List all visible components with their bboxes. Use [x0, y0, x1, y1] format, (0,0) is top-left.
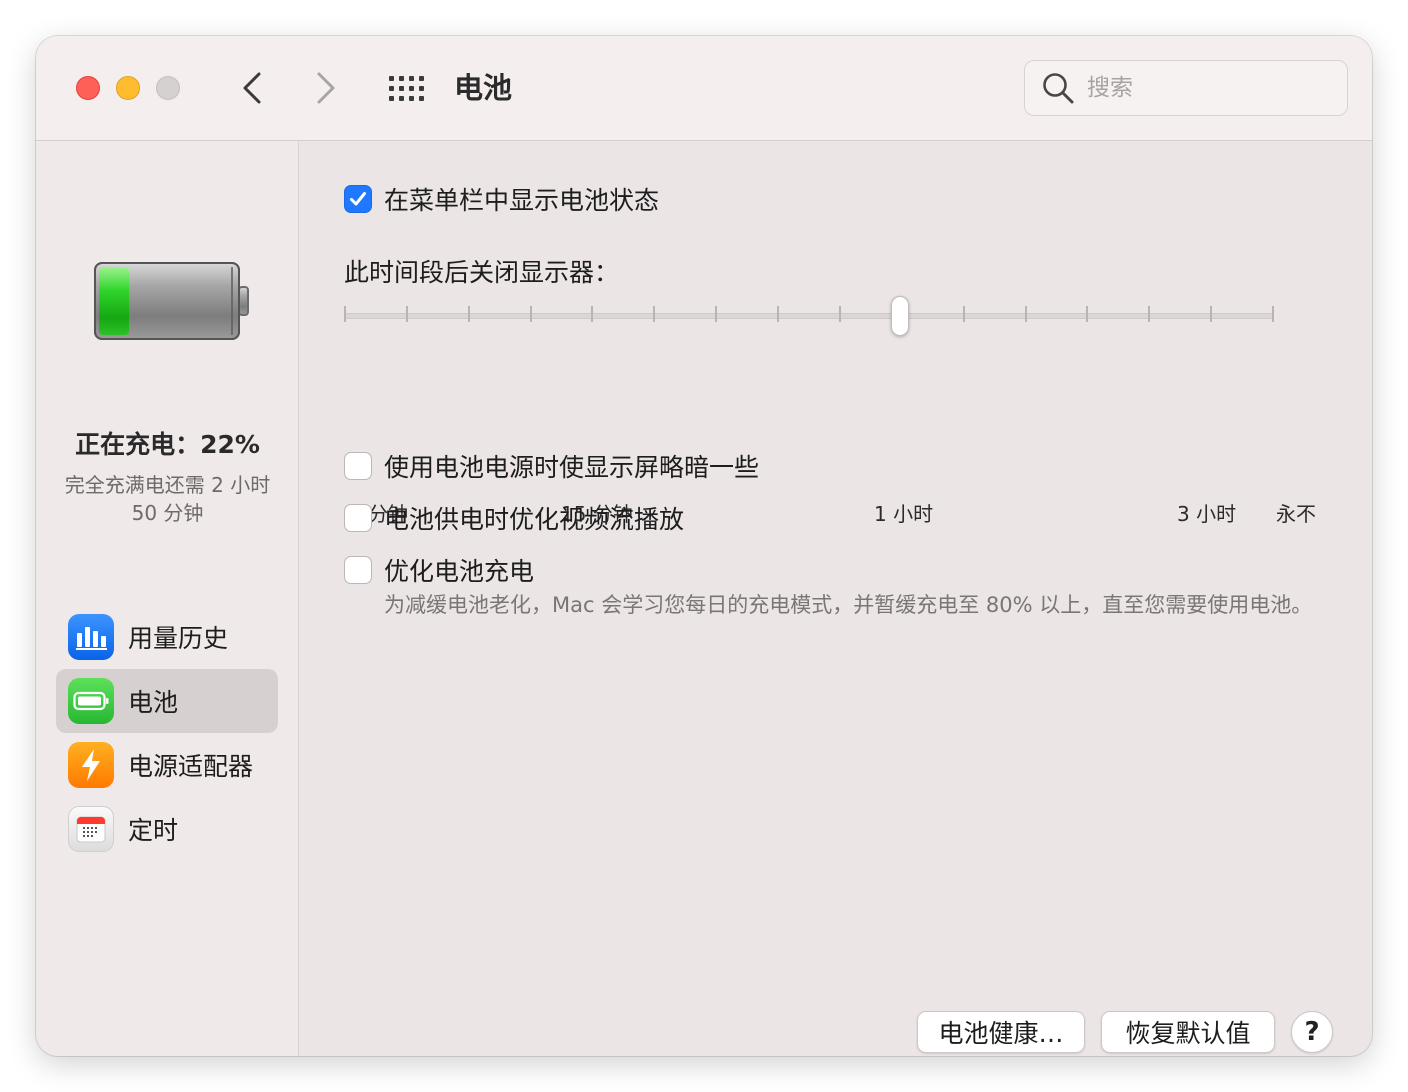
slider-tick [653, 306, 656, 322]
slider-tick [1210, 306, 1213, 322]
sidebar-item-schedule[interactable]: 定时 [56, 797, 278, 861]
optimize-charging-checkbox[interactable] [344, 556, 372, 584]
slider-tick [467, 306, 470, 322]
slider-tick [405, 306, 408, 322]
sidebar-item-label: 定时 [128, 816, 179, 845]
chevron-left-icon [243, 72, 261, 104]
slider-thumb[interactable] [891, 296, 909, 336]
display-off-title: 此时间段后关闭显示器： [344, 258, 620, 287]
checkmark-icon [350, 192, 366, 206]
optimize-charging-description: 为减缓电池老化，Mac 会学习您每日的充电模式，并暂缓充电至 80% 以上，直至… [384, 593, 1313, 617]
preferences-window: 电池 搜索 正在充电：22% 完全充满电还需 2 小时 50 分钟 用量历史 电… [36, 36, 1372, 1056]
zoom-window-button[interactable] [156, 76, 180, 100]
charge-time-remaining: 完全充满电还需 2 小时 50 分钟 [64, 473, 271, 525]
restore-defaults-button[interactable]: 恢复默认值 [1101, 1011, 1275, 1053]
battery-icon [68, 678, 114, 724]
display-off-slider[interactable]: 1 分钟 15 分钟 1 小时 3 小时 永不 [344, 293, 1316, 526]
slider-tick [1086, 306, 1089, 322]
sidebar-item-power-adapter[interactable]: 电源适配器 [56, 733, 278, 797]
slider-tick [962, 306, 965, 322]
dim-display-label: 使用电池电源时使显示屏略暗一些 [384, 453, 760, 482]
close-window-button[interactable] [76, 76, 100, 100]
search-icon [1043, 73, 1074, 104]
optimize-charging-label: 优化电池充电 [384, 557, 535, 586]
slider-tick [344, 306, 346, 322]
sidebar: 正在充电：22% 完全充满电还需 2 小时 50 分钟 用量历史 电池 电源适配… [36, 141, 299, 1056]
forward-button[interactable] [306, 68, 346, 108]
dim-display-option[interactable]: 使用电池电源时使显示屏略暗一些 [344, 448, 759, 484]
optimize-video-option[interactable]: 电池供电时优化视频流播放 [344, 500, 684, 536]
title-bar: 电池 [36, 36, 1372, 141]
search-input[interactable] [1085, 74, 1325, 102]
optimize-charging-option[interactable]: 优化电池充电 [344, 552, 534, 588]
slider-tick [1272, 306, 1274, 322]
slider-tick [777, 306, 780, 322]
show-battery-status-checkbox[interactable] [344, 185, 372, 213]
show-battery-status-option[interactable]: 在菜单栏中显示电池状态 [344, 181, 659, 217]
sidebar-item-label: 用量历史 [128, 624, 229, 653]
window-title: 电池 [454, 71, 513, 105]
optimize-video-checkbox[interactable] [344, 504, 372, 532]
sidebar-item-battery[interactable]: 电池 [56, 669, 278, 733]
sidebar-item-label: 电池 [128, 688, 179, 717]
optimize-video-label: 电池供电时优化视频流播放 [384, 505, 685, 534]
slider-tick [1024, 306, 1027, 322]
slider-tick [715, 306, 718, 322]
power-adapter-icon [68, 742, 114, 788]
help-button[interactable]: ? [1291, 1011, 1333, 1053]
show-battery-status-label: 在菜单栏中显示电池状态 [384, 186, 660, 215]
minimize-window-button[interactable] [116, 76, 140, 100]
battery-health-button[interactable]: 电池健康… [917, 1011, 1085, 1053]
chevron-right-icon [317, 72, 335, 104]
battery-settings-pane: 在菜单栏中显示电池状态 此时间段后关闭显示器： 1 分钟 15 分钟 1 小时 … [299, 141, 1372, 1056]
search-field[interactable] [1024, 60, 1348, 116]
slider-tick [1148, 306, 1151, 322]
grid-icon [388, 75, 424, 101]
sidebar-item-usage-history[interactable]: 用量历史 [56, 605, 278, 669]
slider-tick [529, 306, 532, 322]
usage-history-icon [68, 614, 114, 660]
slider-track[interactable] [344, 313, 1274, 319]
slider-tick [838, 306, 841, 322]
charge-status: 正在充电：22% [75, 430, 260, 459]
back-button[interactable] [232, 68, 272, 108]
calendar-schedule-icon [68, 806, 114, 852]
dim-display-checkbox[interactable] [344, 452, 372, 480]
slider-label-1hour: 1 小时 [874, 502, 934, 526]
sidebar-nav: 用量历史 电池 电源适配器 定时 [56, 605, 278, 861]
sidebar-item-label: 电源适配器 [128, 752, 254, 781]
slider-label-never: 永不 [1276, 502, 1316, 526]
show-all-button[interactable] [384, 70, 428, 106]
battery-level-icon [94, 262, 249, 340]
slider-label-3hours: 3 小时 [1177, 502, 1237, 526]
slider-tick [591, 306, 594, 322]
